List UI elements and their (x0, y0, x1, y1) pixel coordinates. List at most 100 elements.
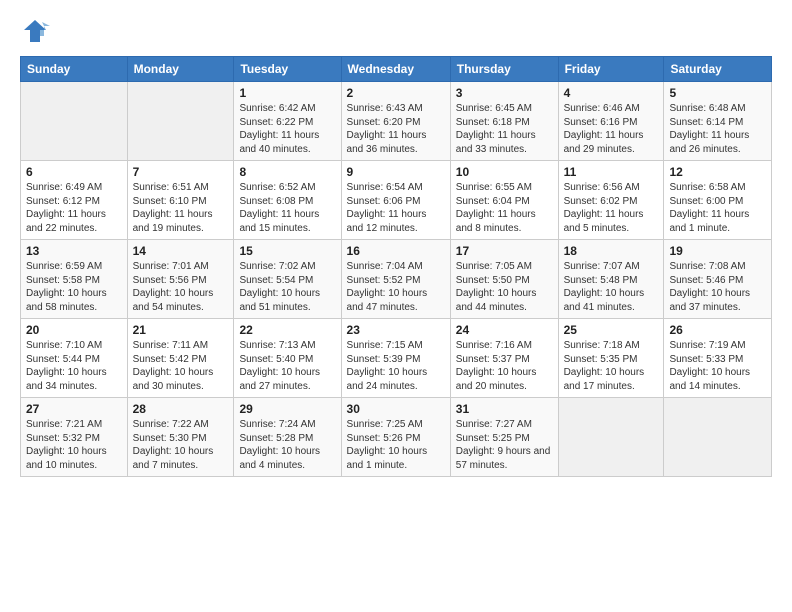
day-info: Sunrise: 7:18 AM Sunset: 5:35 PM Dayligh… (564, 339, 659, 393)
calendar-cell: 25 Sunrise: 7:18 AM Sunset: 5:35 PM Dayli… (558, 319, 664, 398)
day-number: 20 (26, 323, 122, 337)
calendar-cell: 2 Sunrise: 6:43 AM Sunset: 6:20 PM Daylig… (341, 82, 450, 161)
day-info: Sunrise: 6:49 AM Sunset: 6:12 PM Dayligh… (26, 181, 122, 235)
weekday-tuesday: Tuesday (234, 57, 341, 82)
header (20, 16, 772, 46)
day-number: 30 (347, 402, 445, 416)
calendar-cell (127, 82, 234, 161)
day-number: 18 (564, 244, 659, 258)
day-info: Sunrise: 6:48 AM Sunset: 6:14 PM Dayligh… (669, 102, 766, 156)
day-number: 11 (564, 165, 659, 179)
day-info: Sunrise: 7:04 AM Sunset: 5:52 PM Dayligh… (347, 260, 445, 314)
calendar-week-5: 27 Sunrise: 7:21 AM Sunset: 5:32 PM Dayli… (21, 398, 772, 477)
day-info: Sunrise: 6:59 AM Sunset: 5:58 PM Dayligh… (26, 260, 122, 314)
calendar-cell (558, 398, 664, 477)
day-number: 28 (133, 402, 229, 416)
calendar-cell: 27 Sunrise: 7:21 AM Sunset: 5:32 PM Dayli… (21, 398, 128, 477)
day-info: Sunrise: 7:25 AM Sunset: 5:26 PM Dayligh… (347, 418, 445, 472)
calendar-cell: 5 Sunrise: 6:48 AM Sunset: 6:14 PM Daylig… (664, 82, 772, 161)
day-info: Sunrise: 7:19 AM Sunset: 5:33 PM Dayligh… (669, 339, 766, 393)
calendar-cell: 21Sunrise: 7:11 AM Sunset: 5:42 PM Dayli… (127, 319, 234, 398)
calendar-cell: 7 Sunrise: 6:51 AM Sunset: 6:10 PM Daylig… (127, 161, 234, 240)
calendar-cell: 13 Sunrise: 6:59 AM Sunset: 5:58 PM Dayli… (21, 240, 128, 319)
day-info: Sunrise: 6:43 AM Sunset: 6:20 PM Dayligh… (347, 102, 445, 156)
day-info: Sunrise: 7:22 AM Sunset: 5:30 PM Dayligh… (133, 418, 229, 472)
day-number: 15 (239, 244, 335, 258)
day-info: Sunrise: 6:46 AM Sunset: 6:16 PM Dayligh… (564, 102, 659, 156)
calendar-cell: 29Sunrise: 7:24 AM Sunset: 5:28 PM Dayli… (234, 398, 341, 477)
day-info: Sunrise: 7:11 AM Sunset: 5:42 PM Dayligh… (133, 339, 229, 393)
day-info: Sunrise: 7:13 AM Sunset: 5:40 PM Dayligh… (239, 339, 335, 393)
logo (20, 16, 54, 46)
day-info: Sunrise: 6:54 AM Sunset: 6:06 PM Dayligh… (347, 181, 445, 235)
calendar-cell: 28 Sunrise: 7:22 AM Sunset: 5:30 PM Dayli… (127, 398, 234, 477)
day-number: 8 (239, 165, 335, 179)
day-number: 22 (239, 323, 335, 337)
day-number: 5 (669, 86, 766, 100)
calendar-cell: 14 Sunrise: 7:01 AM Sunset: 5:56 PM Dayli… (127, 240, 234, 319)
day-number: 1 (239, 86, 335, 100)
calendar-cell: 23Sunrise: 7:15 AM Sunset: 5:39 PM Dayli… (341, 319, 450, 398)
day-info: Sunrise: 7:07 AM Sunset: 5:48 PM Dayligh… (564, 260, 659, 314)
day-number: 6 (26, 165, 122, 179)
calendar-header: SundayMondayTuesdayWednesdayThursdayFrid… (21, 57, 772, 82)
calendar-cell: 17 Sunrise: 7:05 AM Sunset: 5:50 PM Dayli… (450, 240, 558, 319)
calendar-cell: 3 Sunrise: 6:45 AM Sunset: 6:18 PM Daylig… (450, 82, 558, 161)
calendar-cell (664, 398, 772, 477)
page: SundayMondayTuesdayWednesdayThursdayFrid… (0, 0, 792, 612)
day-info: Sunrise: 7:01 AM Sunset: 5:56 PM Dayligh… (133, 260, 229, 314)
day-info: Sunrise: 7:16 AM Sunset: 5:37 PM Dayligh… (456, 339, 553, 393)
calendar-cell: 10 Sunrise: 6:55 AM Sunset: 6:04 PM Dayli… (450, 161, 558, 240)
day-info: Sunrise: 6:58 AM Sunset: 6:00 PM Dayligh… (669, 181, 766, 235)
day-number: 25 (564, 323, 659, 337)
calendar-cell: 18 Sunrise: 7:07 AM Sunset: 5:48 PM Dayli… (558, 240, 664, 319)
weekday-monday: Monday (127, 57, 234, 82)
day-info: Sunrise: 7:21 AM Sunset: 5:32 PM Dayligh… (26, 418, 122, 472)
calendar-cell: 4 Sunrise: 6:46 AM Sunset: 6:16 PM Daylig… (558, 82, 664, 161)
calendar-cell: 24Sunrise: 7:16 AM Sunset: 5:37 PM Dayli… (450, 319, 558, 398)
day-info: Sunrise: 6:52 AM Sunset: 6:08 PM Dayligh… (239, 181, 335, 235)
day-number: 14 (133, 244, 229, 258)
calendar-cell: 15 Sunrise: 7:02 AM Sunset: 5:54 PM Dayli… (234, 240, 341, 319)
calendar-cell: 30 Sunrise: 7:25 AM Sunset: 5:26 PM Dayli… (341, 398, 450, 477)
day-number: 9 (347, 165, 445, 179)
day-info: Sunrise: 6:45 AM Sunset: 6:18 PM Dayligh… (456, 102, 553, 156)
calendar-cell: 8 Sunrise: 6:52 AM Sunset: 6:08 PM Daylig… (234, 161, 341, 240)
day-info: Sunrise: 7:05 AM Sunset: 5:50 PM Dayligh… (456, 260, 553, 314)
calendar-cell: 19Sunrise: 7:08 AM Sunset: 5:46 PM Dayli… (664, 240, 772, 319)
day-number: 17 (456, 244, 553, 258)
day-number: 4 (564, 86, 659, 100)
day-info: Sunrise: 6:42 AM Sunset: 6:22 PM Dayligh… (239, 102, 335, 156)
day-number: 3 (456, 86, 553, 100)
day-info: Sunrise: 7:02 AM Sunset: 5:54 PM Dayligh… (239, 260, 335, 314)
day-info: Sunrise: 6:55 AM Sunset: 6:04 PM Dayligh… (456, 181, 553, 235)
calendar-week-4: 20Sunrise: 7:10 AM Sunset: 5:44 PM Dayli… (21, 319, 772, 398)
day-number: 23 (347, 323, 445, 337)
day-number: 13 (26, 244, 122, 258)
calendar-week-1: 1 Sunrise: 6:42 AM Sunset: 6:22 PM Daylig… (21, 82, 772, 161)
day-number: 7 (133, 165, 229, 179)
calendar-cell: 26 Sunrise: 7:19 AM Sunset: 5:33 PM Dayli… (664, 319, 772, 398)
day-info: Sunrise: 7:27 AM Sunset: 5:25 PM Dayligh… (456, 418, 553, 472)
calendar-week-3: 13 Sunrise: 6:59 AM Sunset: 5:58 PM Dayli… (21, 240, 772, 319)
calendar-cell: 22 Sunrise: 7:13 AM Sunset: 5:40 PM Dayli… (234, 319, 341, 398)
day-number: 12 (669, 165, 766, 179)
calendar-cell: 9 Sunrise: 6:54 AM Sunset: 6:06 PM Daylig… (341, 161, 450, 240)
calendar-cell: 1 Sunrise: 6:42 AM Sunset: 6:22 PM Daylig… (234, 82, 341, 161)
day-number: 19 (669, 244, 766, 258)
calendar-cell (21, 82, 128, 161)
day-number: 26 (669, 323, 766, 337)
day-info: Sunrise: 6:51 AM Sunset: 6:10 PM Dayligh… (133, 181, 229, 235)
day-number: 2 (347, 86, 445, 100)
weekday-header-row: SundayMondayTuesdayWednesdayThursdayFrid… (21, 57, 772, 82)
calendar-table: SundayMondayTuesdayWednesdayThursdayFrid… (20, 56, 772, 477)
weekday-wednesday: Wednesday (341, 57, 450, 82)
day-number: 10 (456, 165, 553, 179)
day-info: Sunrise: 7:24 AM Sunset: 5:28 PM Dayligh… (239, 418, 335, 472)
calendar-cell: 6 Sunrise: 6:49 AM Sunset: 6:12 PM Daylig… (21, 161, 128, 240)
weekday-saturday: Saturday (664, 57, 772, 82)
day-number: 27 (26, 402, 122, 416)
calendar-cell: 31Sunrise: 7:27 AM Sunset: 5:25 PM Dayli… (450, 398, 558, 477)
logo-icon (20, 16, 50, 46)
calendar-cell: 11Sunrise: 6:56 AM Sunset: 6:02 PM Dayli… (558, 161, 664, 240)
